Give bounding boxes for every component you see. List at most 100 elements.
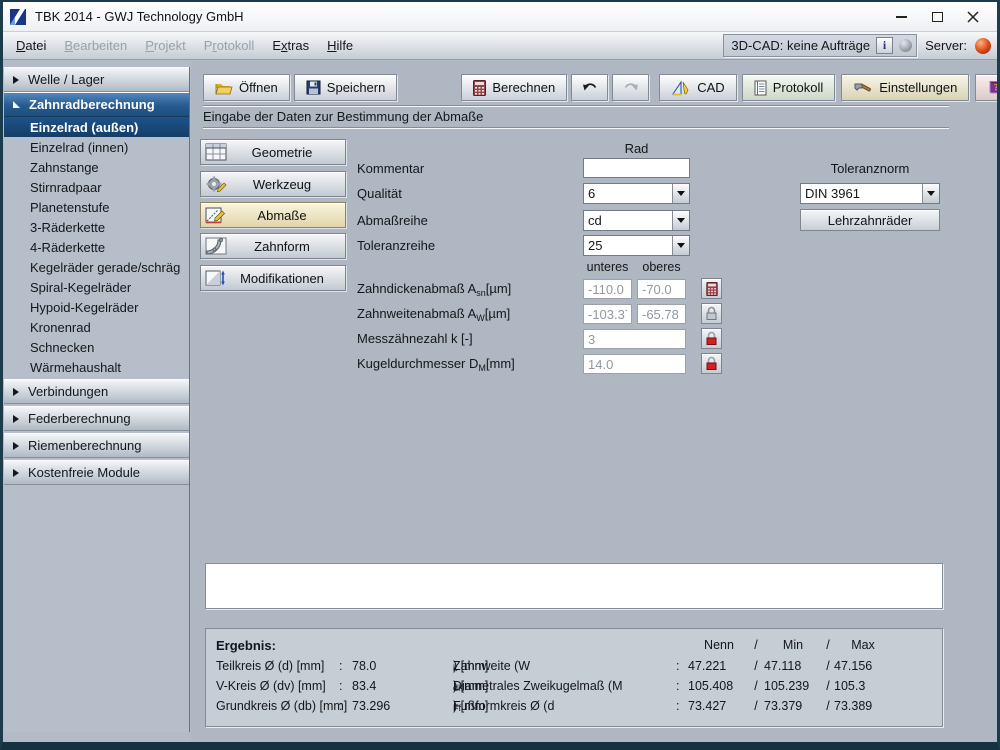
protocol-button[interactable]: Protokoll [742,74,836,101]
sidebar-item-planetenstufe[interactable]: Planetenstufe [4,197,189,217]
lock-red-icon [705,331,718,346]
modifications-nav-button[interactable]: Modifikationen [200,265,346,291]
open-button[interactable]: Öffnen [203,74,290,101]
measurement-teeth-input[interactable] [583,329,686,349]
toolbar: Öffnen Speichern Berechnen [203,74,1000,101]
dropdown-arrow-icon[interactable] [672,211,689,230]
calculate-allowance-button[interactable] [701,278,722,299]
cad-status-text: 3D-CAD: keine Aufträge [731,38,870,53]
sidebar-item-einzelrad-innen[interactable]: Einzelrad (innen) [4,137,189,157]
sidebar-item-zahnstange[interactable]: Zahnstange [4,157,189,177]
lock-open-button[interactable] [701,303,722,324]
expanded-arrow-icon [13,101,20,108]
calculator-icon [706,282,718,296]
sidebar-item-kronenrad[interactable]: Kronenrad [4,317,189,337]
dropdown-arrow-icon[interactable] [672,236,689,255]
lock-closed-button[interactable] [701,328,722,349]
grid-icon [203,143,229,161]
maximize-button[interactable] [919,5,955,29]
upper-column-header: oberes [637,260,686,274]
tooth-thickness-lower-input[interactable] [583,279,632,299]
sidebar-item-waermehaushalt[interactable]: Wärmehaushalt [4,357,189,377]
collapsed-arrow-icon [13,442,19,450]
allowance-nav-button[interactable]: Abmaße [200,202,346,228]
floppy-disk-icon [306,80,321,95]
dropdown-arrow-icon[interactable] [672,184,689,203]
open-folder-icon [215,81,233,95]
gear-segment-icon [203,237,229,255]
tooth-span-allowance-label: Zahnweitenabmaß AW [µm] [357,303,510,324]
sidebar-section-federberechnung[interactable]: Federberechnung [4,406,189,431]
tooth-thickness-upper-input[interactable] [637,279,686,299]
app-logo-icon [9,8,27,26]
menu-extras[interactable]: Extras [263,34,318,57]
collapsed-arrow-icon [13,76,19,84]
redo-button[interactable] [612,74,649,101]
sidebar-item-kegelraeder[interactable]: Kegelräder gerade/schräg [4,257,189,277]
sidebar-section-zahnradberechnung[interactable]: Zahnradberechnung [4,92,189,117]
sidebar-section-riemenberechnung[interactable]: Riemenberechnung [4,433,189,458]
comment-label: Kommentar [357,158,424,179]
toothform-nav-button[interactable]: Zahnform [200,233,346,259]
tooth-span-lower-input[interactable] [583,304,632,324]
results-row-grundkreis: Grundkreis Ø (db) [mm] : 73.296 Fußformk… [206,699,942,717]
help-book-icon: ? [987,80,1000,95]
module-sidebar: Welle / Lager Zahnradberechnung Einzelra… [4,67,190,732]
close-button[interactable] [955,5,991,29]
tools-icon [853,80,873,96]
quality-select[interactable]: 6 [583,183,690,204]
tolerance-norm-select[interactable]: DIN 3961 [800,183,940,204]
sidebar-item-4-raederkette[interactable]: 4-Räderkette [4,237,189,257]
sidebar-item-stirnradpaar[interactable]: Stirnradpaar [4,177,189,197]
undo-icon [581,81,599,94]
sidebar-item-3-raederkette[interactable]: 3-Räderkette [4,217,189,237]
lock-closed-button[interactable] [701,353,722,374]
menu-bar: Datei Bearbeiten Projekt Protokoll Extra… [3,32,997,60]
results-row-vkreis: V-Kreis Ø (dv) [mm] : 83.4 Diametrales Z… [206,679,942,697]
settings-button[interactable]: Einstellungen [841,74,969,101]
tool-nav-button[interactable]: Werkzeug [200,171,346,197]
app-window: TBK 2014 - GWJ Technology GmbH Datei Bea… [0,0,1000,750]
sidebar-section-verbindungen[interactable]: Verbindungen [4,379,189,404]
ball-diameter-label: Kugeldurchmesser DM [mm] [357,353,515,374]
menu-datei[interactable]: Datei [7,34,55,57]
collapsed-arrow-icon [13,469,19,477]
minimize-button[interactable] [883,5,919,29]
sidebar-item-hypoid-kegelraeder[interactable]: Hypoid-Kegelräder [4,297,189,317]
sidebar-section-welle-lager[interactable]: Welle / Lager [4,67,189,92]
tolerance-norm-label: Toleranznorm [800,161,940,176]
tooth-span-upper-input[interactable] [637,304,686,324]
allowance-series-select[interactable]: cd [583,210,690,231]
results-row-teilkreis: Teilkreis Ø (d) [mm] : 78.0 Zahnweite (W… [206,659,942,677]
content-area: Öffnen Speichern Berechnen [191,61,997,742]
ball-diameter-input[interactable] [583,354,686,374]
sidebar-item-schnecken[interactable]: Schnecken [4,337,189,357]
tolerance-series-label: Toleranzreihe [357,235,435,256]
collapsed-arrow-icon [13,388,19,396]
section-title: Eingabe der Daten zur Bestimmung der Abm… [203,109,483,124]
save-button[interactable]: Speichern [294,74,398,101]
info-button[interactable]: i [876,37,893,54]
gear-tool-icon [203,175,229,193]
menu-hilfe[interactable]: Hilfe [318,34,362,57]
sidebar-item-einzelrad-aussen[interactable]: Einzelrad (außen) [4,117,189,137]
undo-button[interactable] [571,74,608,101]
results-header-row: Nenn / Min / Max [206,638,942,656]
help-button[interactable]: ? Hilfe [975,74,1000,101]
modification-arrows-icon [203,269,229,287]
divider [203,105,949,107]
tolerance-series-select[interactable]: 25 [583,235,690,256]
dropdown-arrow-icon[interactable] [922,184,939,203]
cad-status-indicator [899,39,912,52]
redo-icon [622,81,640,94]
lock-red-icon [705,356,718,371]
geometry-nav-button[interactable]: Geometrie [200,139,346,165]
sidebar-item-spiral-kegelraeder[interactable]: Spiral-Kegelräder [4,277,189,297]
collapsed-arrow-icon [13,415,19,423]
comment-input[interactable] [583,158,690,178]
calculate-button[interactable]: Berechnen [461,74,567,101]
cad-button[interactable]: CAD [659,74,736,101]
sidebar-section-kostenfreie-module[interactable]: Kostenfreie Module [4,460,189,485]
gauge-gears-button[interactable]: Lehrzahnräder [800,209,940,231]
quality-label: Qualität [357,183,402,204]
